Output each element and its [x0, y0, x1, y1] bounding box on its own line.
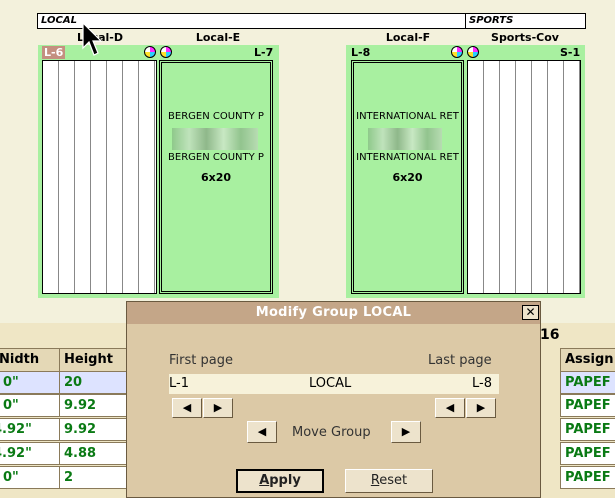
first-page-prev-button[interactable]: ◀	[172, 398, 202, 418]
first-page-label: First page	[169, 353, 233, 368]
first-page-value: L-1	[169, 376, 189, 391]
page-label-l8: L-8	[351, 46, 371, 59]
cell-width[interactable]: 0"	[0, 371, 60, 394]
cell-height[interactable]: 20	[59, 371, 127, 394]
ad-size: 6x20	[392, 171, 423, 184]
ad-table-right: 16 Assign PAPEF PAPEF PAPEF PAPEF PAPEF	[540, 323, 615, 498]
cell-assign[interactable]: PAPEF	[560, 418, 615, 441]
group-title-local-f: Local-F	[385, 31, 431, 44]
cell-width[interactable]: 4.92"	[0, 418, 60, 441]
reset-label: eset	[379, 473, 408, 488]
first-page-next-button[interactable]: ▶	[203, 398, 233, 418]
group-name-value: LOCAL	[309, 376, 352, 391]
reset-button[interactable]: Reset	[345, 469, 433, 493]
group-title-local-e: Local-E	[195, 31, 241, 44]
apply-button[interactable]: Apply	[236, 469, 324, 493]
blurred-ad-id	[368, 128, 442, 150]
page-label-l7: L-7	[254, 46, 274, 59]
cell-assign[interactable]: PAPEF	[560, 394, 615, 417]
move-group-right-button[interactable]: ▶	[391, 421, 421, 443]
modify-group-dialog: Modify Group LOCAL ✕ First page Last pag…	[126, 301, 541, 498]
col-header-assign[interactable]: Assign	[560, 348, 615, 372]
color-wheel-icon	[467, 46, 479, 58]
move-group-left-button[interactable]: ◀	[247, 421, 277, 443]
last-page-label: Last page	[428, 353, 492, 368]
cell-width[interactable]: 4.92"	[0, 442, 60, 465]
page-label-l6: L-6	[42, 46, 66, 59]
cell-assign[interactable]: PAPEF	[560, 371, 615, 394]
blurred-ad-id	[172, 128, 258, 150]
page-spread-l6-l7[interactable]: L-6 L-7 BERGEN COUNTY P BERGEN COUNTY P …	[38, 45, 279, 298]
color-wheel-icon	[160, 46, 172, 58]
move-group-label: Move Group	[292, 425, 371, 440]
group-range-bar: L-1 LOCAL L-8	[169, 374, 499, 394]
cell-height[interactable]: 4.88	[59, 442, 127, 465]
cell-height[interactable]: 2	[59, 466, 127, 489]
mouse-pointer-icon	[82, 22, 103, 56]
last-page-prev-button[interactable]: ◀	[435, 398, 465, 418]
ad-text-top: INTERNATIONAL RET	[356, 111, 459, 122]
ad-size: 6x20	[200, 171, 232, 184]
page-s1[interactable]	[467, 60, 581, 294]
apply-mnemonic: A	[259, 473, 270, 488]
ad-block-bergen[interactable]: BERGEN COUNTY P BERGEN COUNTY P 6x20	[159, 60, 273, 294]
cell-height[interactable]: 9.92	[59, 394, 127, 417]
page-label-s1: S-1	[560, 46, 581, 59]
group-title-sports-cov: Sports-Cov	[491, 31, 559, 44]
page-spread-l8-s1[interactable]: L-8 S-1 INTERNATIONAL RET INTERNATIONAL …	[346, 45, 585, 298]
page-badge-l6: L-6	[42, 46, 66, 59]
dialog-title: Modify Group LOCAL	[127, 302, 540, 324]
ad-text-top: BERGEN COUNTY P	[168, 111, 264, 122]
color-wheel-icon	[451, 46, 463, 58]
ad-text-bottom: INTERNATIONAL RET	[356, 152, 459, 163]
color-wheel-icon	[144, 46, 156, 58]
section-label-sports: SPORTS	[469, 15, 514, 26]
apply-label: pply	[269, 473, 301, 488]
section-bar-sports[interactable]: SPORTS	[465, 13, 586, 29]
cell-height[interactable]: 9.92	[59, 418, 127, 441]
ad-block-international[interactable]: INTERNATIONAL RET INTERNATIONAL RET 6x20	[351, 60, 464, 294]
cell-width[interactable]: 0"	[0, 394, 60, 417]
col-header-height[interactable]: Height	[59, 348, 127, 372]
col-header-16: 16	[540, 327, 560, 343]
cell-width[interactable]: 0"	[0, 466, 60, 489]
last-page-next-button[interactable]: ▶	[466, 398, 496, 418]
reset-mnemonic: R	[370, 473, 380, 488]
cell-assign[interactable]: PAPEF	[560, 442, 615, 465]
page-l6[interactable]	[42, 60, 157, 294]
ad-text-bottom: BERGEN COUNTY P	[168, 152, 264, 163]
cell-assign[interactable]: PAPEF	[560, 466, 615, 489]
ad-table-left: Nidth Height 0" 20 0" 9.92 4.92" 9.92 4.…	[0, 323, 127, 498]
last-page-value: L-8	[472, 376, 492, 391]
close-button[interactable]: ✕	[522, 305, 539, 320]
col-header-width[interactable]: Nidth	[0, 348, 60, 372]
